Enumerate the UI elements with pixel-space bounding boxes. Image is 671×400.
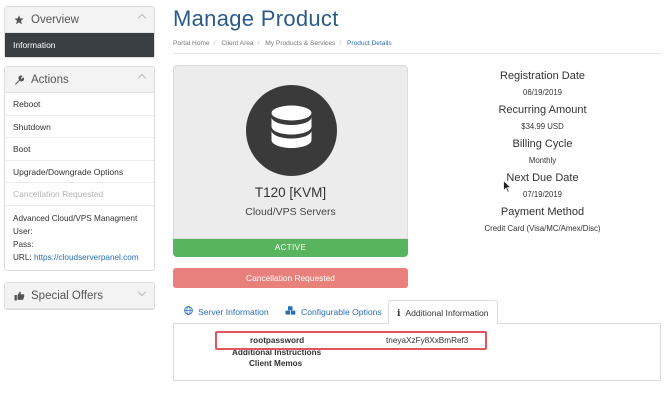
special-offers-panel: Special Offers [4,282,155,310]
breadcrumb-separator: / [213,40,216,47]
breadcrumb-separator: / [339,40,342,47]
cubes-icon [285,300,296,324]
sidebar-item-boot[interactable]: Boot [5,138,154,161]
mouse-cursor-icon [503,180,512,193]
page-title: Manage Product [173,6,339,31]
registration-date-label: Registration Date [500,70,585,82]
billing-cycle-value: Monthly [528,156,557,165]
payment-method-value: Credit Card (Visa/MC/Amex/Disc) [484,224,601,233]
cancellation-requested-button[interactable]: Cancellation Requested [173,268,408,288]
sidebar-item-reboot[interactable]: Reboot [5,93,154,116]
breadcrumb: Portal Home / Client Area / My Products & … [173,40,661,54]
database-icon [271,105,312,148]
tab-server-information-label: Server Information [198,307,269,317]
vps-management-title: Advanced Cloud/VPS Managment [13,213,138,223]
breadcrumb-product-details: Product Details [346,40,392,47]
actions-panel-header[interactable]: Actions [5,67,154,93]
tab-server-information[interactable]: Server Information [176,300,277,324]
tab-additional-information-label: Additional Information [405,308,489,318]
vps-url-row: URL: https://cloudserverpanel.com [13,251,146,264]
globe-icon [184,300,193,324]
recurring-amount-label: Recurring Amount [498,104,587,116]
chevron-up-icon[interactable] [137,13,147,23]
tab-configurable-options-label: Configurable Options [301,307,382,317]
sidebar-item-information[interactable]: Information [5,33,154,57]
product-name: T120 [KVM] [254,185,327,200]
vps-user-label: User: [13,226,33,236]
next-due-date-value: 07/19/2019 [522,190,563,199]
vps-panel-link[interactable]: https://cloudserverpanel.com [34,253,139,262]
registration-date-value: 06/19/2019 [522,88,563,97]
star-icon [13,14,25,25]
overview-panel-header[interactable]: Overview [5,7,154,33]
info-icon: i [397,309,401,319]
overview-title: Overview [31,13,79,26]
next-due-date-label: Next Due Date [506,172,579,184]
chevron-up-icon[interactable] [137,73,147,83]
product-group: Cloud/VPS Servers [245,206,336,218]
actions-title: Actions [31,73,69,86]
vps-pass-label: Pass: [13,239,34,249]
recurring-amount-value: $34.99 USD [521,122,564,131]
thumbs-up-icon [13,291,25,301]
product-icon-circle [246,85,337,176]
breadcrumb-portal-home[interactable]: Portal Home [173,40,210,47]
breadcrumb-separator: / [257,40,260,47]
actions-panel: Actions Reboot Shutdown Boot Upgrade/Dow… [4,66,155,271]
overview-panel: Overview Information [4,6,155,58]
vps-management-info: Advanced Cloud/VPS Managment User: Pass:… [5,206,154,270]
tab-additional-information[interactable]: i Additional Information [388,300,498,325]
product-card: T120 [KVM] Cloud/VPS Servers [173,65,408,239]
billing-details: Registration Date 06/19/2019 Recurring A… [470,68,615,238]
sidebar-item-cancellation-requested: Cancellation Requested [5,183,154,206]
wrench-icon [13,75,25,85]
vps-url-label: URL: [13,252,32,262]
sidebar-item-upgrade-downgrade[interactable]: Upgrade/Downgrade Options [5,161,154,183]
tab-configurable-options[interactable]: Configurable Options [277,300,390,324]
client-memos-label: Client Memos [249,359,303,368]
chevron-down-icon[interactable] [137,287,147,297]
product-tabs: Server Information Configurable Options … [173,300,661,325]
sidebar-item-shutdown[interactable]: Shutdown [5,116,154,138]
status-badge: ACTIVE [173,239,408,257]
rootpassword-highlight-box [215,331,487,350]
breadcrumb-client-area[interactable]: Client Area [221,40,253,47]
breadcrumb-my-products[interactable]: My Products & Services [265,40,335,47]
payment-method-label: Payment Method [500,206,585,218]
billing-cycle-label: Billing Cycle [512,138,573,150]
special-offers-header[interactable]: Special Offers [5,283,154,309]
special-offers-title: Special Offers [31,289,104,302]
